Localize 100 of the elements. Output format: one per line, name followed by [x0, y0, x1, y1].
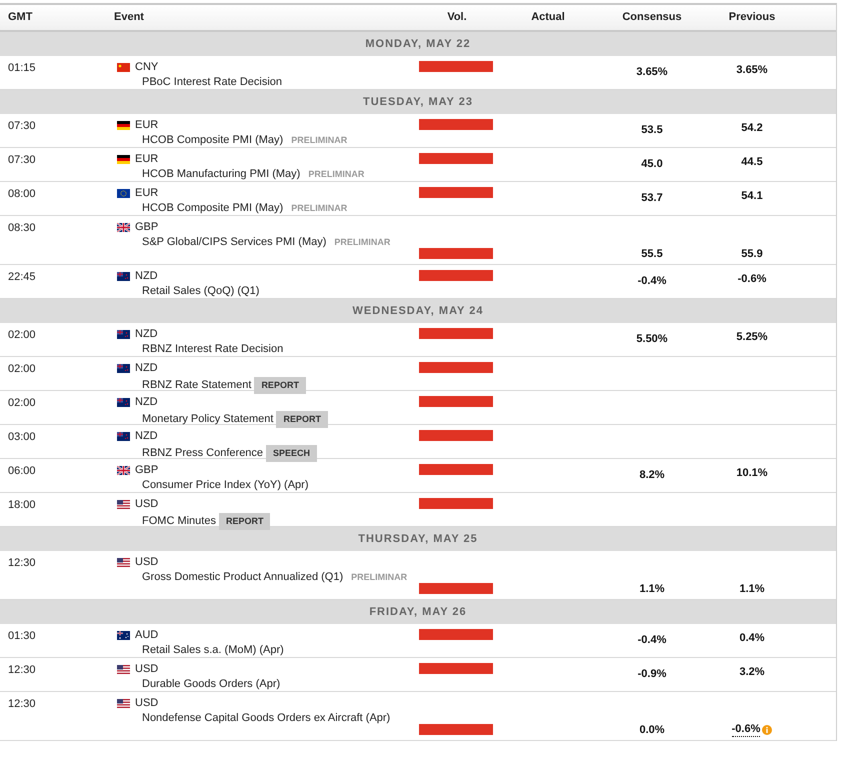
- column-header: Event: [113, 10, 145, 26]
- consensus-value: 0.0%: [639, 724, 665, 736]
- currency-label: NZD: [135, 430, 158, 443]
- previous-value: 5.25%: [736, 331, 768, 344]
- flag-icon: [117, 121, 130, 130]
- event-name[interactable]: Consumer Price Index (YoY) (Apr): [142, 479, 308, 492]
- previous-value[interactable]: -0.6%: [732, 723, 760, 737]
- event-tag: PRELIMINAR: [308, 168, 364, 181]
- time-cell-text: 02:00: [7, 396, 37, 411]
- consensus-value: 1.1%: [639, 583, 665, 595]
- event-name[interactable]: Retail Sales (QoQ) (Q1): [142, 285, 260, 298]
- time-cell-text: 12:30: [7, 663, 37, 678]
- flag-icon: [117, 699, 130, 708]
- currency-label: USD: [135, 498, 158, 511]
- event-name[interactable]: Nondefense Capital Goods Orders ex Aircraft (Apr): [142, 712, 390, 725]
- day-label: THURSDAY, MAY 25: [358, 532, 478, 547]
- event-name[interactable]: RBNZ Interest Rate Decision: [142, 343, 284, 356]
- time-cell-text: 12:30: [7, 697, 37, 712]
- consensus-value: 8.2%: [639, 469, 665, 481]
- currency-label: NZD: [135, 328, 158, 341]
- flag-icon: [117, 364, 130, 373]
- previous-value: 3.2%: [739, 666, 765, 679]
- currency-label: NZD: [135, 362, 158, 375]
- time-cell-text: 03:00: [7, 430, 37, 445]
- currency-label: USD: [135, 697, 158, 710]
- consensus-value: 53.7: [641, 192, 663, 204]
- flag-icon: [117, 330, 130, 339]
- currency-label: USD: [135, 556, 158, 569]
- flag-icon: [117, 631, 130, 640]
- currency-label: GBP: [135, 221, 158, 234]
- consensus-value: 53.5: [641, 124, 663, 136]
- time-cell-text: 01:15: [7, 61, 37, 76]
- flag-icon: [117, 558, 130, 567]
- previous-value: 54.1: [741, 190, 763, 203]
- event-name[interactable]: Gross Domestic Product Annualized (Q1): [142, 571, 344, 584]
- time-cell-text: 12:30: [7, 556, 37, 571]
- previous-value: -0.6%: [738, 273, 766, 286]
- currency-label: EUR: [135, 119, 158, 132]
- consensus-value: -0.4%: [638, 634, 666, 646]
- flag-icon: [117, 63, 130, 72]
- consensus-value: 3.65%: [636, 66, 668, 78]
- event-name[interactable]: PBoC Interest Rate Decision: [142, 76, 282, 89]
- previous-value: 54.2: [741, 122, 763, 135]
- event-tag: REPORT: [276, 411, 328, 428]
- currency-label: AUD: [135, 629, 158, 642]
- event-name[interactable]: S&P Global/CIPS Services PMI (May): [142, 236, 326, 249]
- time-cell-text: 08:00: [7, 187, 37, 202]
- time-cell-text: 18:00: [7, 498, 37, 513]
- previous-value: 3.65%: [736, 64, 768, 77]
- event-name[interactable]: FOMC Minutes: [142, 515, 216, 528]
- day-label: WEDNESDAY, MAY 24: [352, 304, 484, 319]
- flag-icon: [117, 665, 130, 674]
- time-cell-text: 06:00: [7, 464, 37, 479]
- event-name[interactable]: RBNZ Rate Statement: [142, 379, 252, 392]
- event-name[interactable]: Durable Goods Orders (Apr): [142, 678, 280, 691]
- time-cell-text: 22:45: [7, 270, 37, 285]
- consensus-value: 5.50%: [636, 333, 668, 345]
- flag-icon: [117, 189, 130, 198]
- info-icon[interactable]: [762, 725, 772, 735]
- event-tag: SPEECH: [266, 445, 318, 462]
- consensus-value: -0.4%: [638, 275, 666, 287]
- column-header: Actual: [530, 10, 566, 26]
- column-header: Previous: [728, 10, 776, 26]
- event-name[interactable]: Retail Sales s.a. (MoM) (Apr): [142, 644, 284, 657]
- column-header: Consensus: [621, 10, 683, 26]
- flag-icon: [117, 223, 130, 232]
- flag-icon: [117, 272, 130, 281]
- event-tag: PRELIMINAR: [351, 571, 408, 584]
- event-tag: PRELIMINAR: [291, 134, 348, 147]
- currency-label: USD: [135, 663, 158, 676]
- currency-label: EUR: [135, 153, 158, 166]
- previous-value: 0.4%: [739, 632, 765, 645]
- event-tag: PRELIMINAR: [334, 236, 390, 249]
- day-label: TUESDAY, MAY 23: [363, 94, 473, 110]
- event-name[interactable]: Monetary Policy Statement: [142, 413, 274, 426]
- time-cell-text: 07:30: [7, 119, 37, 134]
- currency-label: NZD: [135, 270, 158, 283]
- event-name[interactable]: HCOB Manufacturing PMI (May): [142, 168, 300, 181]
- flag-icon: [117, 155, 130, 164]
- flag-icon: [117, 466, 130, 475]
- event-name[interactable]: HCOB Composite PMI (May): [142, 134, 284, 147]
- previous-value: 55.9: [741, 248, 763, 261]
- consensus-value: -0.9%: [638, 668, 666, 680]
- flag-icon: [117, 500, 130, 509]
- previous-value: 10.1%: [736, 467, 768, 480]
- currency-label: EUR: [135, 187, 158, 200]
- currency-label: GBP: [135, 464, 158, 477]
- column-header: GMT: [7, 10, 34, 26]
- event-name[interactable]: HCOB Composite PMI (May): [142, 202, 284, 215]
- flag-icon: [117, 432, 130, 441]
- previous-value: 44.5: [741, 156, 763, 169]
- event-name[interactable]: RBNZ Press Conference: [142, 447, 264, 460]
- previous-value: 1.1%: [739, 583, 765, 596]
- time-cell-text: 02:00: [7, 362, 37, 377]
- consensus-value: 45.0: [641, 158, 663, 170]
- time-cell-text: 08:30: [7, 221, 37, 236]
- consensus-value: 55.5: [641, 248, 663, 260]
- day-label: MONDAY, MAY 22: [365, 36, 471, 52]
- event-tag: PRELIMINAR: [291, 202, 348, 215]
- currency-label: NZD: [135, 396, 158, 409]
